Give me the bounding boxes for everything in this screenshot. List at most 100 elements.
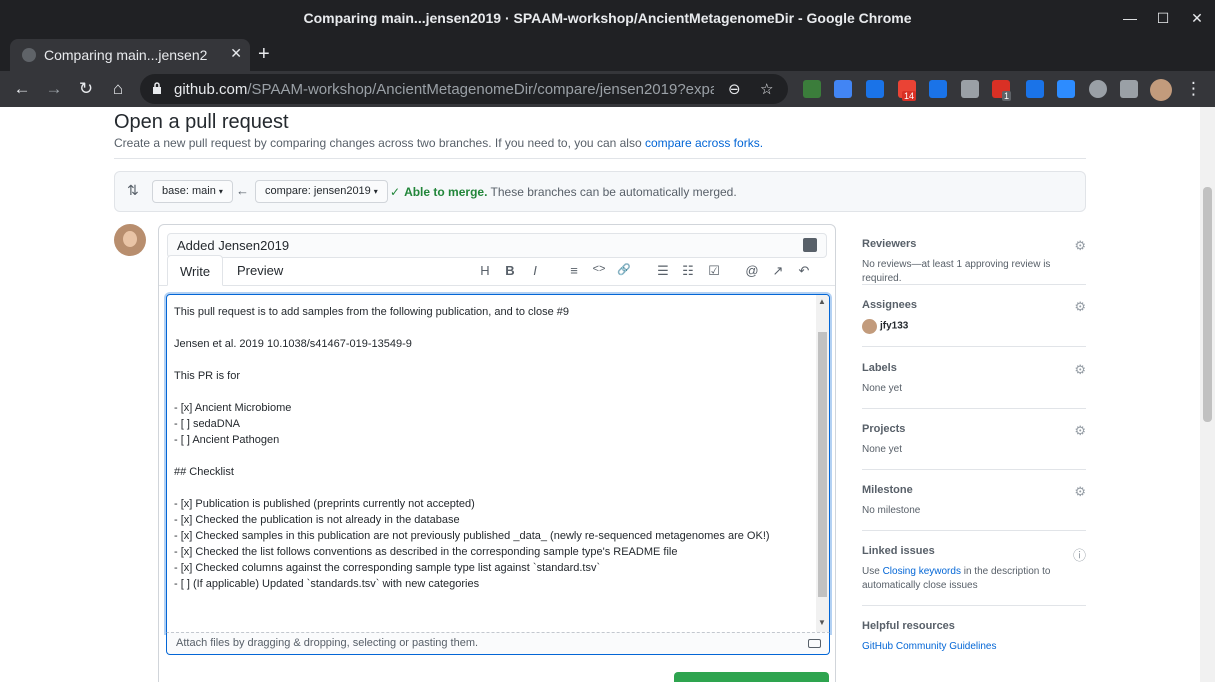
bold-icon[interactable]: B: [501, 263, 519, 278]
quote-icon[interactable]: ≡: [565, 263, 583, 278]
assignees-section: Assignees ⚙ jfy133: [862, 299, 1086, 334]
projects-gear-icon[interactable]: ⚙: [1074, 423, 1086, 439]
extensions-puzzle-icon[interactable]: [1120, 80, 1138, 98]
scroll-down-icon[interactable]: ▼: [818, 618, 826, 627]
close-window-button[interactable]: ✕: [1187, 8, 1207, 28]
projects-title[interactable]: Projects: [862, 423, 1086, 435]
textarea-scroll-thumb[interactable]: [818, 332, 827, 597]
projects-value: None yet: [862, 444, 903, 455]
attach-files-bar[interactable]: Attach files by dragging & dropping, sel…: [166, 632, 830, 655]
extension-p-icon[interactable]: [803, 80, 821, 98]
heading-icon[interactable]: H: [476, 263, 494, 278]
compare-branch-button[interactable]: compare: jensen2019 ▾: [255, 180, 388, 203]
page-scrollbar[interactable]: [1200, 107, 1215, 682]
caret-down-icon: ▾: [218, 187, 223, 196]
extension-gear-icon[interactable]: [1089, 80, 1107, 98]
unordered-list-icon[interactable]: ☰: [654, 263, 672, 279]
extension-page-icon[interactable]: [961, 80, 979, 98]
milestone-title[interactable]: Milestone: [862, 484, 1086, 496]
reviewers-title[interactable]: Reviewers: [862, 238, 1086, 250]
create-pull-request-button[interactable]: [674, 672, 829, 682]
bookmark-star-icon[interactable]: ☆: [760, 80, 773, 98]
linked-issues-title: Linked issues: [862, 545, 935, 557]
browser-tab[interactable]: Comparing main...jensen2 ✕: [10, 39, 250, 71]
page-scroll-thumb[interactable]: [1203, 187, 1212, 422]
reload-button[interactable]: ↻: [75, 79, 97, 99]
extension-docs-icon[interactable]: [834, 80, 852, 98]
browser-menu-icon[interactable]: ⋮: [1185, 79, 1202, 99]
milestone-gear-icon[interactable]: ⚙: [1074, 484, 1086, 500]
profile-avatar[interactable]: [1150, 79, 1172, 101]
body-line: ## Checklist: [174, 466, 234, 478]
reviewers-value: No reviews—at least 1 approving review i…: [862, 259, 1051, 284]
community-guidelines-link[interactable]: GitHub Community Guidelines: [862, 641, 997, 652]
sidebar-divider: [862, 605, 1086, 606]
caret-down-icon: ▾: [373, 187, 378, 196]
page-title: Open a pull request: [114, 111, 289, 133]
link-icon[interactable]: 🔗: [615, 263, 633, 276]
lock-icon: [153, 82, 161, 94]
task-list-icon[interactable]: ☑: [705, 263, 723, 279]
labels-value: None yet: [862, 383, 903, 394]
pr-body-textarea[interactable]: This pull request is to add samples from…: [166, 294, 830, 633]
base-branch-button[interactable]: base: main ▾: [152, 180, 233, 203]
extension-pen-icon[interactable]: [1026, 80, 1044, 98]
extension-zoom-icon[interactable]: [1057, 80, 1075, 98]
saved-replies-icon[interactable]: [803, 238, 817, 252]
mention-icon[interactable]: @: [743, 263, 761, 278]
helpful-resources-title: Helpful resources: [862, 620, 955, 632]
user-avatar[interactable]: [114, 224, 146, 256]
forward-button[interactable]: →: [43, 79, 65, 99]
tab-strip: Comparing main...jensen2 ✕ +: [0, 37, 1215, 71]
body-line: - [x] Publication is published (preprint…: [174, 498, 475, 510]
labels-gear-icon[interactable]: ⚙: [1074, 362, 1086, 378]
helpful-resources-section: Helpful resources GitHub Community Guide…: [862, 620, 1086, 654]
zoom-icon[interactable]: ⊖: [728, 80, 741, 98]
info-icon[interactable]: ⓘ: [1073, 545, 1086, 564]
reference-icon[interactable]: ↗: [769, 263, 787, 279]
body-line: This pull request is to add samples from…: [174, 306, 569, 318]
sidebar-divider: [862, 469, 1086, 470]
reviewers-gear-icon[interactable]: ⚙: [1074, 238, 1086, 254]
divider: [114, 158, 1086, 159]
assignees-gear-icon[interactable]: ⚙: [1074, 299, 1086, 315]
new-tab-button[interactable]: +: [258, 43, 270, 66]
milestone-value: No milestone: [862, 505, 921, 516]
scroll-up-icon[interactable]: ▲: [818, 297, 826, 306]
markdown-icon: [808, 639, 821, 648]
url-text: github.com/SPAAM-workshop/AncientMetagen…: [174, 81, 714, 98]
tab-preview[interactable]: Preview: [225, 255, 295, 286]
branch-range-editor: ⇅ base: main ▾ ← compare: jensen2019 ▾ ✓ Ab…: [114, 171, 1086, 212]
reply-icon[interactable]: ↶: [795, 263, 813, 279]
body-line: - [x] Ancient Microbiome: [174, 402, 292, 414]
address-bar[interactable]: github.com/SPAAM-workshop/AncientMetagen…: [140, 74, 788, 104]
check-icon: ✓: [390, 185, 401, 199]
window-titlebar: Comparing main...jensen2019 · SPAAM-work…: [0, 0, 1215, 37]
compare-across-forks-link[interactable]: compare across forks.: [645, 136, 763, 150]
textarea-scrollbar[interactable]: ▲ ▼: [816, 295, 829, 632]
tab-title: Comparing main...jensen2: [44, 47, 208, 63]
home-button[interactable]: ⌂: [107, 79, 129, 99]
attach-files-text: Attach files by dragging & dropping, sel…: [176, 637, 479, 649]
merge-status: ✓ Able to merge. These branches can be au…: [390, 185, 737, 199]
code-icon[interactable]: <>: [590, 263, 608, 275]
extension-translate-icon[interactable]: [866, 80, 884, 98]
italic-icon[interactable]: I: [526, 263, 544, 278]
closing-keywords-link[interactable]: Closing keywords: [883, 566, 961, 577]
minimize-button[interactable]: —: [1120, 8, 1140, 28]
window-title: Comparing main...jensen2019 · SPAAM-work…: [303, 10, 912, 26]
browser-toolbar: ← → ↻ ⌂ github.com/SPAAM-workshop/Ancien…: [0, 71, 1215, 107]
labels-title[interactable]: Labels: [862, 362, 1086, 374]
tab-write[interactable]: Write: [167, 255, 224, 286]
tab-close-icon[interactable]: ✕: [230, 45, 242, 62]
assignee-item[interactable]: jfy133: [862, 319, 1086, 334]
body-line: Jensen et al. 2019 10.1038/s41467-019-13…: [174, 338, 412, 350]
back-button[interactable]: ←: [11, 79, 33, 99]
sidebar-divider: [862, 530, 1086, 531]
extension-calendar-icon[interactable]: [929, 80, 947, 98]
assignee-name[interactable]: jfy133: [880, 321, 908, 332]
assignees-title[interactable]: Assignees: [862, 299, 1086, 311]
ordered-list-icon[interactable]: ☷: [679, 263, 697, 279]
maximize-button[interactable]: ☐: [1153, 8, 1173, 28]
github-favicon-icon: [22, 48, 36, 62]
